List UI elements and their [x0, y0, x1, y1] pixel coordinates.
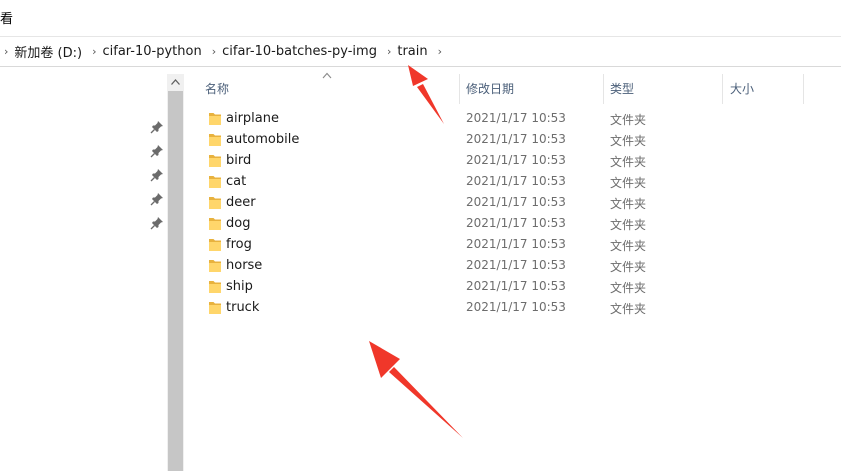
- folder-icon: [209, 239, 221, 251]
- scrollbar-thumb[interactable]: [168, 91, 183, 471]
- column-header-size[interactable]: 大小: [730, 74, 754, 104]
- file-name: automobile: [226, 132, 300, 147]
- file-type: 文件夹: [610, 239, 647, 253]
- file-row[interactable]: deer 2021/1/17 10:53 文件夹: [196, 192, 796, 213]
- file-date: 2021/1/17 10:53: [466, 132, 566, 146]
- file-name: bird: [226, 153, 252, 168]
- file-type: 文件夹: [610, 176, 647, 190]
- column-divider[interactable]: [603, 74, 604, 104]
- breadcrumb-train[interactable]: train: [397, 44, 427, 59]
- folder-icon: [209, 197, 221, 209]
- breadcrumb-batches-img[interactable]: cifar-10-batches-py-img: [222, 44, 377, 59]
- view-menu-tab[interactable]: 看: [0, 8, 13, 27]
- file-list: airplane 2021/1/17 10:53 文件夹 automobile 2021…: [196, 108, 796, 318]
- file-type: 文件夹: [610, 260, 647, 274]
- folder-icon: [209, 113, 221, 125]
- file-type: 文件夹: [610, 218, 647, 232]
- file-name: horse: [226, 258, 263, 273]
- folder-icon: [209, 260, 221, 272]
- file-name: frog: [226, 237, 252, 252]
- column-header-row: 名称 修改日期 类型 大小: [196, 72, 804, 104]
- chevron-right-icon[interactable]: ›: [387, 45, 391, 58]
- file-date: 2021/1/17 10:53: [466, 195, 566, 209]
- pin-icon[interactable]: [150, 192, 164, 206]
- chevron-right-icon[interactable]: ›: [212, 45, 216, 58]
- column-divider[interactable]: [459, 74, 460, 104]
- file-date: 2021/1/17 10:53: [466, 300, 566, 314]
- file-row[interactable]: automobile 2021/1/17 10:53 文件夹: [196, 129, 796, 150]
- nav-scrollbar[interactable]: [167, 74, 184, 471]
- scroll-up-icon[interactable]: [167, 74, 184, 90]
- file-row[interactable]: dog 2021/1/17 10:53 文件夹: [196, 213, 796, 234]
- file-name: deer: [226, 195, 256, 210]
- file-name: dog: [226, 216, 251, 231]
- chevron-right-icon[interactable]: ›: [92, 45, 96, 58]
- column-header-name[interactable]: 名称: [205, 74, 229, 104]
- file-row[interactable]: ship 2021/1/17 10:53 文件夹: [196, 276, 796, 297]
- folder-icon: [209, 218, 221, 230]
- pin-icon[interactable]: [150, 120, 164, 134]
- folder-icon: [209, 155, 221, 167]
- file-row[interactable]: cat 2021/1/17 10:53 文件夹: [196, 171, 796, 192]
- file-date: 2021/1/17 10:53: [466, 216, 566, 230]
- breadcrumb-drive[interactable]: 新加卷 (D:): [14, 42, 82, 61]
- file-row[interactable]: frog 2021/1/17 10:53 文件夹: [196, 234, 796, 255]
- navigation-pane: [0, 68, 166, 471]
- file-date: 2021/1/17 10:53: [466, 153, 566, 167]
- file-type: 文件夹: [610, 302, 647, 316]
- file-type: 文件夹: [610, 197, 647, 211]
- file-name: airplane: [226, 111, 279, 126]
- file-name: cat: [226, 174, 247, 189]
- folder-icon: [209, 176, 221, 188]
- file-row[interactable]: bird 2021/1/17 10:53 文件夹: [196, 150, 796, 171]
- folder-icon: [209, 302, 221, 314]
- file-row[interactable]: horse 2021/1/17 10:53 文件夹: [196, 255, 796, 276]
- pin-icon[interactable]: [150, 144, 164, 158]
- file-date: 2021/1/17 10:53: [466, 111, 566, 125]
- address-bar[interactable]: › 新加卷 (D:) › cifar-10-python › cifar-10-…: [0, 36, 841, 67]
- file-date: 2021/1/17 10:53: [466, 237, 566, 251]
- pin-icon[interactable]: [150, 216, 164, 230]
- folder-icon: [209, 281, 221, 293]
- file-type: 文件夹: [610, 113, 647, 127]
- file-type: 文件夹: [610, 155, 647, 169]
- chevron-right-icon[interactable]: ›: [4, 45, 8, 58]
- folder-icon: [209, 134, 221, 146]
- file-type: 文件夹: [610, 134, 647, 148]
- file-name: truck: [226, 300, 260, 315]
- pin-icon[interactable]: [150, 168, 164, 182]
- sort-ascending-icon: [322, 72, 332, 79]
- file-date: 2021/1/17 10:53: [466, 174, 566, 188]
- file-row[interactable]: truck 2021/1/17 10:53 文件夹: [196, 297, 796, 318]
- file-name: ship: [226, 279, 253, 294]
- breadcrumb-cifar-10-python[interactable]: cifar-10-python: [102, 44, 201, 59]
- column-divider[interactable]: [803, 74, 804, 104]
- ribbon-strip: 看: [0, 0, 841, 34]
- column-header-type[interactable]: 类型: [610, 74, 634, 104]
- chevron-right-icon[interactable]: ›: [438, 45, 442, 58]
- column-divider[interactable]: [722, 74, 723, 104]
- file-type: 文件夹: [610, 281, 647, 295]
- file-date: 2021/1/17 10:53: [466, 279, 566, 293]
- breadcrumb: › 新加卷 (D:) › cifar-10-python › cifar-10-…: [3, 37, 448, 66]
- file-date: 2021/1/17 10:53: [466, 258, 566, 272]
- file-row[interactable]: airplane 2021/1/17 10:53 文件夹: [196, 108, 796, 129]
- column-header-date[interactable]: 修改日期: [466, 74, 514, 104]
- annotation-arrow: [369, 341, 463, 438]
